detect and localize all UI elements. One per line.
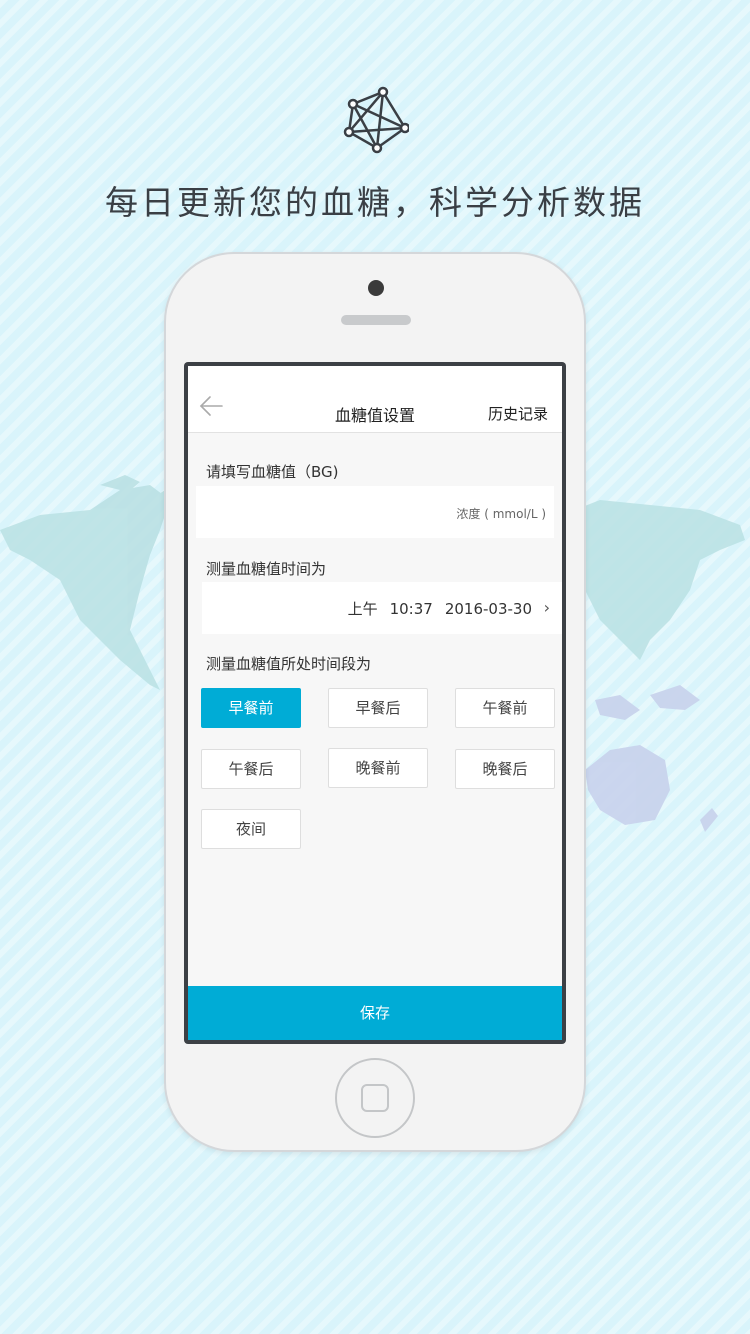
phone-speaker: [341, 315, 411, 325]
save-button[interactable]: 保存: [188, 986, 562, 1040]
unit-hint: 浓度 ( mmol/L ): [456, 507, 546, 521]
chevron-right-icon: ›: [543, 598, 550, 617]
time-section-label: 测量血糖值时间为: [206, 560, 327, 578]
period-option-after-dinner[interactable]: 晚餐后: [455, 749, 555, 789]
nav-bar: 血糖值设置 历史记录: [188, 366, 562, 433]
period-option-before-dinner[interactable]: 晚餐前: [328, 748, 428, 788]
history-button[interactable]: 历史记录: [488, 403, 548, 424]
network-polygon-icon: [343, 86, 409, 154]
home-button[interactable]: [335, 1058, 415, 1138]
period-option-after-lunch[interactable]: 午餐后: [201, 749, 301, 789]
measure-time-value: 上午 10:37 2016-03-30: [348, 598, 532, 619]
time-date: 2016-03-30: [444, 600, 532, 618]
bg-section-label: 请填写血糖值（BG): [206, 463, 339, 481]
time-clock: 10:37: [389, 600, 433, 618]
period-option-night[interactable]: 夜间: [201, 809, 301, 849]
period-section-label: 测量血糖值所处时间段为: [206, 655, 372, 673]
phone-mockup: 血糖值设置 历史记录 请填写血糖值（BG) 浓度 ( mmol/L ) 测量血糖…: [164, 252, 586, 1152]
time-ampm: 上午: [347, 600, 378, 618]
period-option-before-lunch[interactable]: 午餐前: [455, 688, 555, 728]
headline: 每日更新您的血糖，科学分析数据: [105, 183, 645, 222]
phone-camera: [368, 280, 384, 296]
period-option-after-breakfast[interactable]: 早餐后: [328, 688, 428, 728]
period-option-before-breakfast[interactable]: 早餐前: [201, 688, 301, 728]
measure-time-selector[interactable]: 上午 10:37 2016-03-30 ›: [202, 582, 562, 634]
bg-value-input[interactable]: 浓度 ( mmol/L ): [196, 486, 554, 538]
phone-screen: 血糖值设置 历史记录 请填写血糖值（BG) 浓度 ( mmol/L ) 测量血糖…: [184, 362, 566, 1044]
home-button-icon: [361, 1084, 389, 1112]
app-screen: 血糖值设置 历史记录 请填写血糖值（BG) 浓度 ( mmol/L ) 测量血糖…: [188, 366, 562, 1040]
